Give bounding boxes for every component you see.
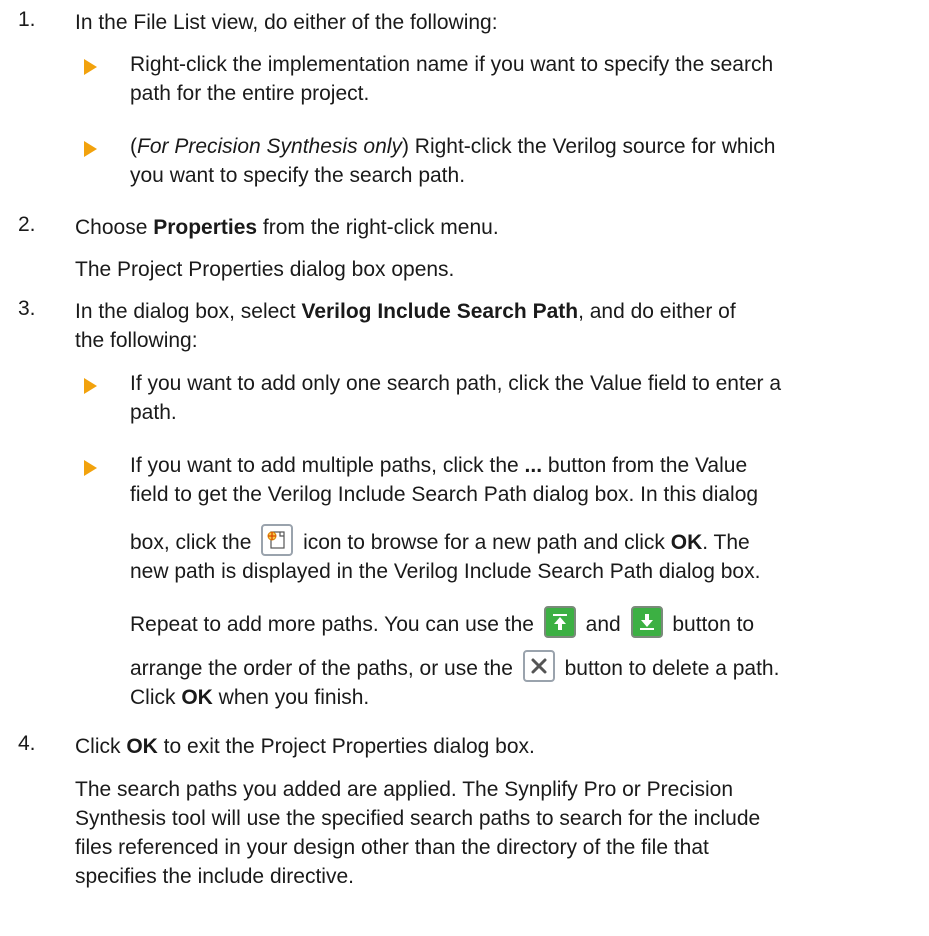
bullet-arrow-icon (84, 141, 97, 157)
step-1-text: In the File List view, do either of the … (75, 11, 498, 34)
step-1-number: 1. (18, 8, 36, 31)
browse-new-path-icon (261, 524, 294, 557)
step-2-number: 2. (18, 213, 36, 236)
bullet-arrow-icon (84, 59, 97, 75)
step-3-bullet-2-cont: box, click the icon to browse for a new … (130, 524, 910, 586)
bullet-arrow-icon (84, 378, 97, 394)
document-page: 1. In the File List view, do either of t… (0, 0, 929, 936)
step-3-bullet-2: If you want to add multiple paths, click… (130, 454, 759, 506)
step-2-text: Choose Properties from the right-click m… (75, 216, 499, 239)
step-4-number: 4. (18, 732, 36, 755)
move-down-icon (630, 606, 663, 639)
step-1-bullet-2: (For Precision Synthesis only) Right-cli… (130, 135, 776, 187)
step-2-result: The Project Properties dialog box opens. (75, 258, 455, 281)
step-1-bullet-1: Right-click the implementation name if y… (130, 53, 774, 105)
step-3-bullet-2-repeat: Repeat to add more paths. You can use th… (130, 606, 910, 639)
step-3-number: 3. (18, 297, 36, 320)
bullet-arrow-icon (84, 460, 97, 476)
step-3-text: In the dialog box, select Verilog Includ… (75, 300, 736, 352)
step-3-bullet-1: If you want to add only one search path,… (130, 372, 782, 424)
delete-icon (522, 650, 555, 683)
move-up-icon (543, 606, 576, 639)
step-4-text: Click OK to exit the Project Properties … (75, 735, 535, 758)
step-4-result: The search paths you added are applied. … (75, 778, 761, 888)
step-3-bullet-2-repeat-cont: arrange the order of the paths, or use t… (130, 650, 910, 712)
